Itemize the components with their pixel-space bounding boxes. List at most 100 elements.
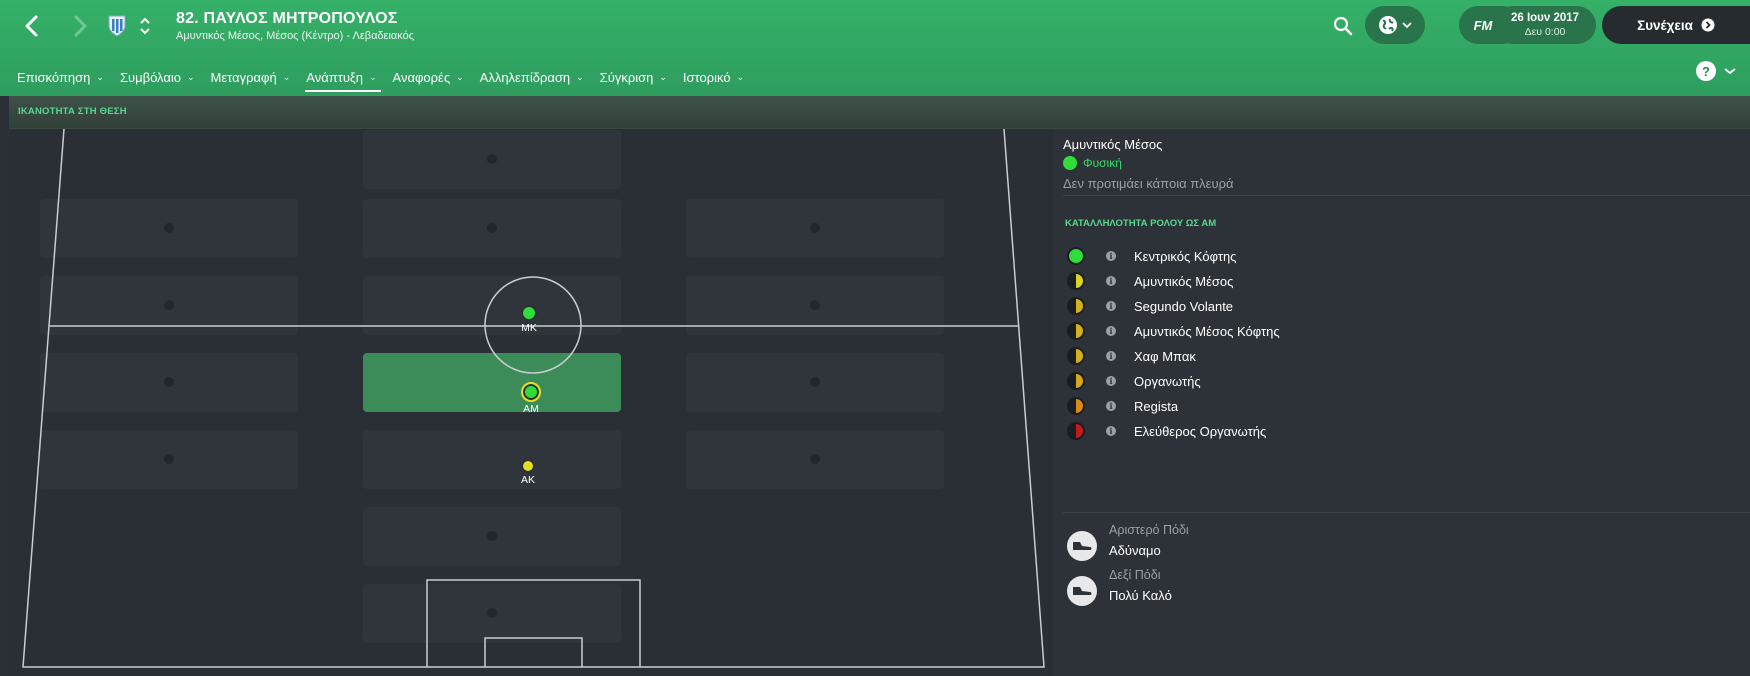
pitch-slot-wbl[interactable] bbox=[40, 353, 298, 412]
right-foot-label: Δεξί Πόδι bbox=[1109, 568, 1161, 582]
boot-icon bbox=[1067, 576, 1097, 606]
slot-marker bbox=[810, 300, 820, 310]
info-icon[interactable]: i bbox=[1106, 326, 1116, 336]
tab-transfer[interactable]: Μεταγραφή ⌄ bbox=[203, 60, 299, 94]
selected-position-name: Αμυντικός Μέσος bbox=[1063, 137, 1163, 152]
role-name: Segundo Volante bbox=[1134, 298, 1234, 314]
side-preference: Δεν προτιμάει κάποια πλευρά bbox=[1063, 176, 1234, 191]
info-icon[interactable]: i bbox=[1106, 301, 1116, 311]
role-item[interactable]: i Ελεύθερος Οργανωτής bbox=[1067, 417, 1667, 445]
arrow-right-circle-icon bbox=[1701, 18, 1715, 32]
left-foot-label: Αριστερό Πόδι bbox=[1109, 523, 1189, 537]
role-item[interactable]: i Χαφ Μπακ bbox=[1067, 342, 1667, 370]
player-title: 82. ΠΑΥΛΟΣ ΜΗΤΡΟΠΟΥΛΟΣ bbox=[176, 10, 398, 27]
tab-label: Αλληλεπίδραση bbox=[479, 69, 571, 85]
pitch-slot-dr[interactable] bbox=[686, 430, 944, 489]
chevron-down-icon: ⌄ bbox=[282, 71, 291, 82]
rating-dot bbox=[521, 382, 541, 402]
help-button[interactable]: ? bbox=[1696, 60, 1746, 82]
slot-marker bbox=[487, 531, 497, 541]
player-subtitle: Αμυντικός Μέσος, Μέσος (Κέντρο) - Λεβαδε… bbox=[176, 30, 415, 42]
date-display[interactable]: 26 Ιουν 2017 Δευ 0:00 bbox=[1494, 6, 1596, 44]
info-icon[interactable]: i bbox=[1106, 276, 1116, 286]
role-name: Ελεύθερος Οργανωτής bbox=[1134, 423, 1267, 439]
world-menu-button[interactable] bbox=[1365, 6, 1425, 44]
tab-overview[interactable]: Επισκόπηση ⌄ bbox=[9, 60, 112, 94]
right-foot-info: Δεξί Πόδι Πολύ Καλό bbox=[1067, 568, 1567, 612]
natural-label: Φυσική bbox=[1083, 156, 1122, 170]
role-item[interactable]: i Regista bbox=[1067, 392, 1667, 420]
slot-marker bbox=[487, 608, 497, 618]
tab-label: Αναφορές bbox=[392, 69, 451, 85]
role-suitability-title: ΚΑΤΑΛΛΗΛΟΤΗΤΑ ΡΟΛΟΥ ΩΣ ΑΜ bbox=[1065, 218, 1217, 229]
pitch-slot-dl[interactable] bbox=[40, 430, 298, 489]
player-switch-arrows[interactable] bbox=[135, 10, 155, 42]
role-item[interactable]: i Αμυντικός Μέσος Κόφτης bbox=[1067, 317, 1667, 345]
position-marker-am[interactable]: ΑΜ bbox=[521, 382, 541, 415]
role-item[interactable]: i Κεντρικός Κόφτης bbox=[1067, 242, 1667, 270]
info-icon[interactable]: i bbox=[1106, 351, 1116, 361]
position-marker-mk[interactable]: ΜΚ bbox=[521, 305, 537, 334]
role-rating-icon bbox=[1067, 422, 1085, 440]
role-item[interactable]: i Segundo Volante bbox=[1067, 292, 1667, 320]
role-name: Χαφ Μπακ bbox=[1134, 348, 1196, 364]
chevron-down-icon: ⌄ bbox=[576, 71, 584, 82]
pitch-slot-amrl[interactable] bbox=[40, 199, 298, 258]
club-crest-icon[interactable] bbox=[107, 14, 127, 38]
info-icon[interactable]: i bbox=[1106, 426, 1116, 436]
pitch-slot-gk[interactable] bbox=[363, 130, 621, 189]
pitch-slot-gk-low[interactable] bbox=[363, 584, 621, 643]
tab-compare[interactable]: Σύγκριση ⌄ bbox=[592, 60, 675, 94]
slot-marker bbox=[164, 223, 174, 233]
role-item[interactable]: i Οργανωτής bbox=[1067, 367, 1667, 395]
tab-development[interactable]: Ανάπτυξη ⌄ bbox=[298, 60, 384, 94]
pitch-slot-st[interactable] bbox=[363, 199, 621, 258]
left-foot-info: Αριστερό Πόδι Αδύναμο bbox=[1067, 523, 1567, 567]
continue-button[interactable]: Συνέχεια bbox=[1602, 6, 1750, 44]
role-rating-icon bbox=[1067, 297, 1085, 315]
globe-icon bbox=[1379, 16, 1397, 34]
chevron-down-icon bbox=[1402, 22, 1412, 29]
role-name: Regista bbox=[1134, 398, 1179, 414]
current-time: Δευ 0:00 bbox=[1524, 26, 1566, 38]
role-name: Αμυντικός Μέσος bbox=[1134, 273, 1234, 289]
role-name: Αμυντικός Μέσος Κόφτης bbox=[1134, 323, 1280, 339]
pitch-diagram: ΜΚ ΑΜ ΑΚ bbox=[9, 129, 1054, 676]
continue-label: Συνέχεια bbox=[1637, 17, 1693, 33]
tab-history[interactable]: Ιστορικό ⌄ bbox=[675, 60, 752, 94]
pitch-slot-dm[interactable] bbox=[363, 353, 621, 412]
role-rating-icon bbox=[1067, 347, 1085, 365]
role-rating-icon bbox=[1067, 397, 1085, 415]
info-icon[interactable]: i bbox=[1106, 251, 1116, 261]
pitch-slot-sw[interactable] bbox=[363, 507, 621, 566]
pitch-slot-dc[interactable] bbox=[363, 430, 621, 489]
chevron-left-icon bbox=[25, 15, 38, 37]
top-header: 82. ΠΑΥΛΟΣ ΜΗΤΡΟΠΟΥΛΟΣ Αμυντικός Μέσος, … bbox=[0, 0, 1750, 96]
search-button[interactable] bbox=[1328, 12, 1358, 40]
slot-marker bbox=[487, 154, 497, 164]
tab-contract[interactable]: Συμβόλαιο ⌄ bbox=[112, 60, 203, 94]
pitch-slot-mr[interactable] bbox=[686, 276, 944, 335]
role-rating-icon bbox=[1067, 322, 1085, 340]
natural-rating-dot bbox=[1063, 156, 1077, 170]
pitch-slot-mc[interactable] bbox=[363, 276, 621, 335]
forward-button[interactable] bbox=[62, 8, 98, 44]
divider bbox=[1063, 195, 1750, 196]
role-name: Οργανωτής bbox=[1134, 373, 1201, 389]
tab-interaction[interactable]: Αλληλεπίδραση ⌄ bbox=[472, 60, 592, 94]
pitch-slot-amrr[interactable] bbox=[686, 199, 944, 258]
pitch-slot-ml[interactable] bbox=[40, 276, 298, 335]
fm-logo: FM bbox=[1473, 17, 1493, 33]
rating-dot bbox=[521, 459, 535, 473]
tab-reports[interactable]: Αναφορές ⌄ bbox=[385, 60, 472, 94]
back-button[interactable] bbox=[14, 8, 50, 44]
pitch-slot-wbr[interactable] bbox=[686, 353, 944, 412]
info-icon[interactable]: i bbox=[1106, 401, 1116, 411]
position-marker-ak[interactable]: ΑΚ bbox=[521, 459, 535, 486]
slot-marker bbox=[164, 454, 174, 464]
role-item[interactable]: i Αμυντικός Μέσος bbox=[1067, 267, 1667, 295]
position-label: ΜΚ bbox=[521, 322, 537, 334]
tab-label: Ανάπτυξη bbox=[306, 69, 363, 85]
slot-marker bbox=[810, 454, 820, 464]
info-icon[interactable]: i bbox=[1106, 376, 1116, 386]
